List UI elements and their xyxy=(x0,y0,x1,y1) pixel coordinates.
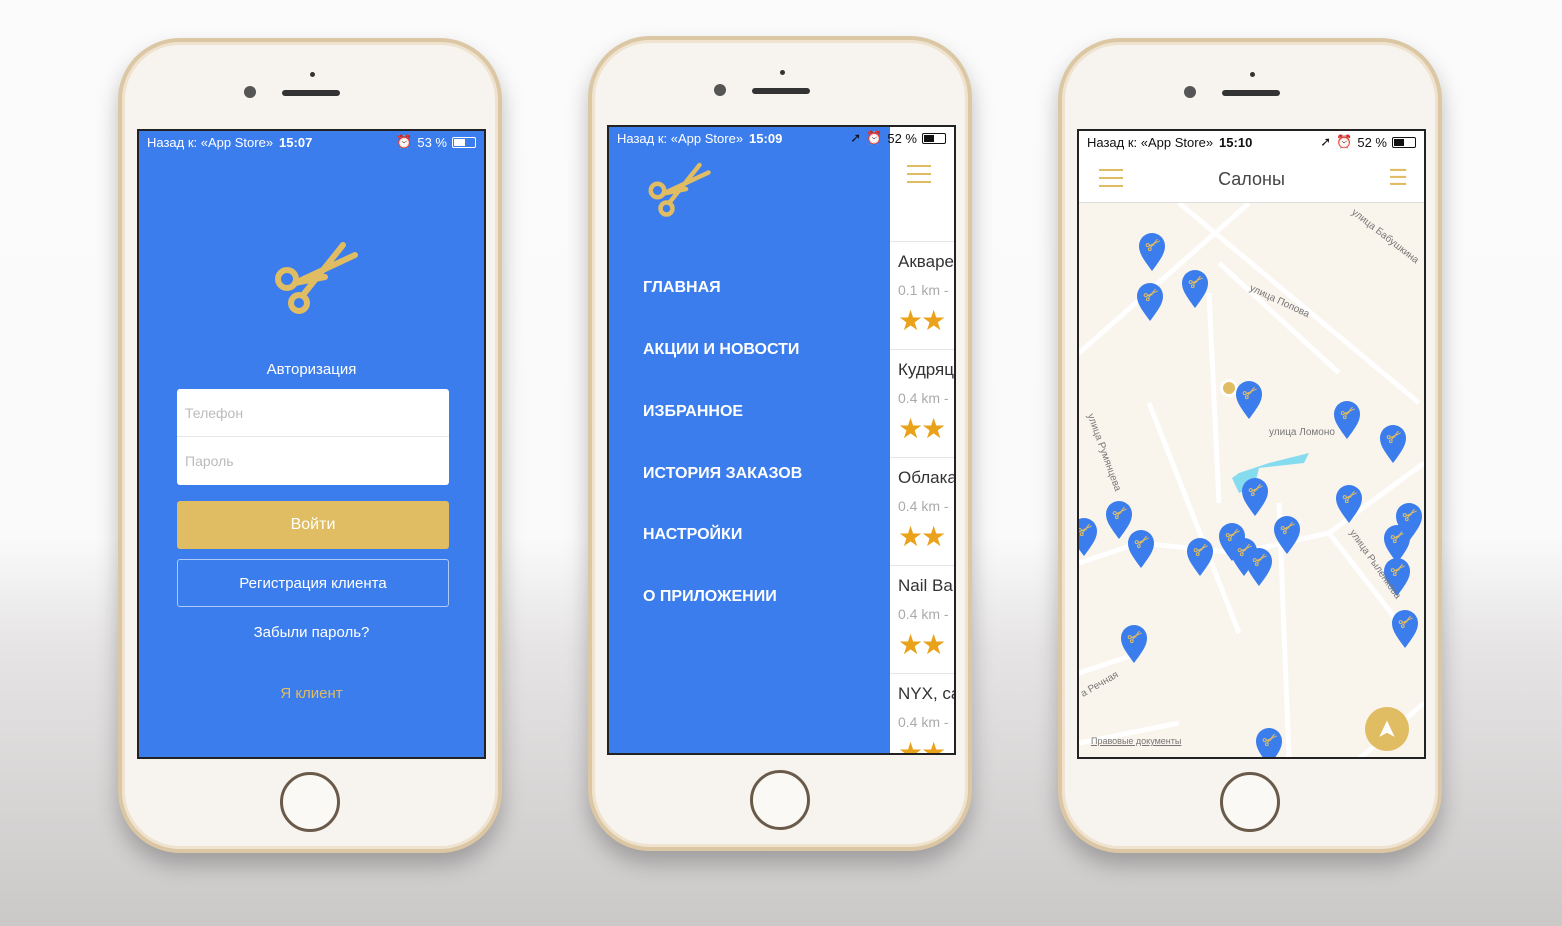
clock: 15:07 xyxy=(279,134,313,150)
camera xyxy=(714,84,726,96)
battery-icon xyxy=(922,132,946,144)
salon-map-pin[interactable] xyxy=(1256,728,1282,759)
sensor xyxy=(780,70,785,75)
rating-stars: ★★ xyxy=(898,305,946,336)
auth-title: Авторизация xyxy=(266,361,357,378)
salon-map-pin[interactable] xyxy=(1106,501,1132,539)
salon-map-pin[interactable] xyxy=(1187,538,1213,576)
rating-stars: ★★ xyxy=(898,629,946,660)
salon-name: Кудряц xyxy=(898,360,954,379)
back-to-app-store[interactable]: Назад к: «App Store» xyxy=(1087,135,1213,150)
salon-distance: 0.4 km - xyxy=(898,606,949,622)
battery-percent: 52 % xyxy=(1357,134,1387,150)
forgot-password-link[interactable]: Забыли пароль? xyxy=(139,624,484,641)
salon-map-pin[interactable] xyxy=(1137,283,1163,321)
salon-map-pin[interactable] xyxy=(1139,233,1165,271)
salon-name: NYX, ca xyxy=(898,684,954,703)
salon-map-pin[interactable] xyxy=(1336,485,1362,523)
phone-input[interactable]: Телефон xyxy=(177,389,449,437)
salon-name: Nail Ba xyxy=(898,576,953,595)
home-button[interactable] xyxy=(750,770,810,830)
menu-screen: ГЛАВНАЯ АКЦИИ И НОВОСТИ ИЗБРАННОЕ ИСТОРИ… xyxy=(607,125,956,755)
side-menu: ГЛАВНАЯ АКЦИИ И НОВОСТИ ИЗБРАННОЕ ИСТОРИ… xyxy=(609,127,890,753)
salon-list-item[interactable]: Кудряц 0.4 km - ★★ xyxy=(890,350,954,458)
salon-map-pin[interactable] xyxy=(1380,425,1406,463)
alarm-icon: ⏰ xyxy=(396,134,413,149)
alarm-icon: ⏰ xyxy=(866,130,883,145)
menu-item-order-history[interactable]: ИСТОРИЯ ЗАКАЗОВ xyxy=(643,465,802,483)
location-icon: ➚ xyxy=(1320,134,1332,149)
scissors-logo xyxy=(265,237,361,333)
login-button[interactable]: Войти xyxy=(177,501,449,549)
salon-list-item[interactable]: Акваре 0.1 km - ★★ xyxy=(890,242,954,350)
salon-list: Акваре 0.1 km - ★★ Кудряц 0.4 km - ★★ Облака 0.… xyxy=(890,241,954,755)
camera xyxy=(244,86,256,98)
alarm-icon: ⏰ xyxy=(1336,134,1353,149)
status-bar: Назад к: «App Store» 15:09 ➚ ⏰ 52 % xyxy=(609,127,954,149)
speaker xyxy=(752,88,810,94)
salon-map-pin[interactable] xyxy=(1079,518,1097,556)
battery-percent: 53 % xyxy=(417,134,447,150)
password-input[interactable]: Пароль xyxy=(177,437,449,485)
salon-map-pin[interactable] xyxy=(1392,610,1418,648)
street-label: улица Ломоно xyxy=(1269,427,1335,438)
register-button[interactable]: Регистрация клиента xyxy=(177,559,449,607)
page-title: Салоны xyxy=(1218,169,1285,189)
status-bar: Назад к: «App Store» 15:10 ➚ ⏰ 52 % xyxy=(1079,131,1424,153)
rating-stars: ★★ xyxy=(898,521,946,552)
camera xyxy=(1184,86,1196,98)
menu-item-promotions[interactable]: АКЦИИ И НОВОСТИ xyxy=(643,341,799,359)
salon-list-item[interactable]: Nail Ba 0.4 km - ★★ xyxy=(890,566,954,674)
menu-item-favorites[interactable]: ИЗБРАННОЕ xyxy=(643,403,743,421)
home-button[interactable] xyxy=(280,772,340,832)
map-screen: Назад к: «App Store» 15:10 ➚ ⏰ 52 % Салоны… xyxy=(1077,129,1426,759)
i-am-client-link[interactable]: Я клиент xyxy=(139,685,484,702)
status-bar: Назад к: «App Store» 15:07 ⏰ 53 % xyxy=(139,131,484,153)
list-view-icon[interactable]: ☰ xyxy=(1388,165,1408,191)
menu-item-about[interactable]: О ПРИЛОЖЕНИИ xyxy=(643,588,777,606)
salon-map-pin[interactable] xyxy=(1246,548,1272,586)
nav-bar: Назад к: «App Store» 15:10 ➚ ⏰ 52 % Салоны… xyxy=(1079,131,1424,203)
salon-map-pin[interactable] xyxy=(1236,381,1262,419)
salon-map-pin[interactable] xyxy=(1242,478,1268,516)
home-button[interactable] xyxy=(1220,772,1280,832)
salon-list-item[interactable]: NYX, ca 0.4 km - ★★ xyxy=(890,674,954,755)
legal-documents-link[interactable]: Правовые документы xyxy=(1091,736,1181,746)
speaker xyxy=(282,90,340,96)
battery-icon xyxy=(1392,136,1416,148)
speaker xyxy=(1222,90,1280,96)
salon-distance: 0.4 km - xyxy=(898,498,949,514)
battery-percent: 52 % xyxy=(887,130,917,146)
login-form: Телефон Пароль xyxy=(177,389,449,485)
salon-map-pin[interactable] xyxy=(1182,270,1208,308)
rating-stars: ★★ xyxy=(898,413,946,444)
salon-list-item[interactable]: Облака 0.4 km - ★★ xyxy=(890,458,954,566)
salon-distance: 0.4 km - xyxy=(898,714,949,730)
sensor xyxy=(1250,72,1255,77)
login-screen: Назад к: «App Store» 15:07 ⏰ 53 % Авториз… xyxy=(137,129,486,759)
salon-map-pin[interactable] xyxy=(1274,516,1300,554)
salon-name: Акваре xyxy=(898,252,954,271)
battery-icon xyxy=(452,136,476,148)
scissors-logo xyxy=(641,159,713,231)
back-to-app-store[interactable]: Назад к: «App Store» xyxy=(147,135,273,150)
back-to-app-store[interactable]: Назад к: «App Store» xyxy=(617,131,743,146)
salon-distance: 0.4 km - xyxy=(898,390,949,406)
rating-stars: ★★ xyxy=(898,737,946,755)
salon-map-pin[interactable] xyxy=(1128,530,1154,568)
clock: 15:10 xyxy=(1219,134,1253,150)
location-icon: ➚ xyxy=(850,130,862,145)
menu-item-settings[interactable]: НАСТРОЙКИ xyxy=(643,526,742,544)
salon-name: Облака xyxy=(898,468,954,487)
menu-item-home[interactable]: ГЛАВНАЯ xyxy=(643,279,721,297)
salon-distance: 0.1 km - xyxy=(898,282,949,298)
hamburger-icon[interactable] xyxy=(907,165,931,183)
navigation-arrow-icon: ➤ xyxy=(1373,718,1401,740)
salon-map-pin[interactable] xyxy=(1334,401,1360,439)
clock: 15:09 xyxy=(749,130,783,146)
sensor xyxy=(310,72,315,77)
locate-me-button[interactable]: ➤ xyxy=(1365,707,1409,751)
